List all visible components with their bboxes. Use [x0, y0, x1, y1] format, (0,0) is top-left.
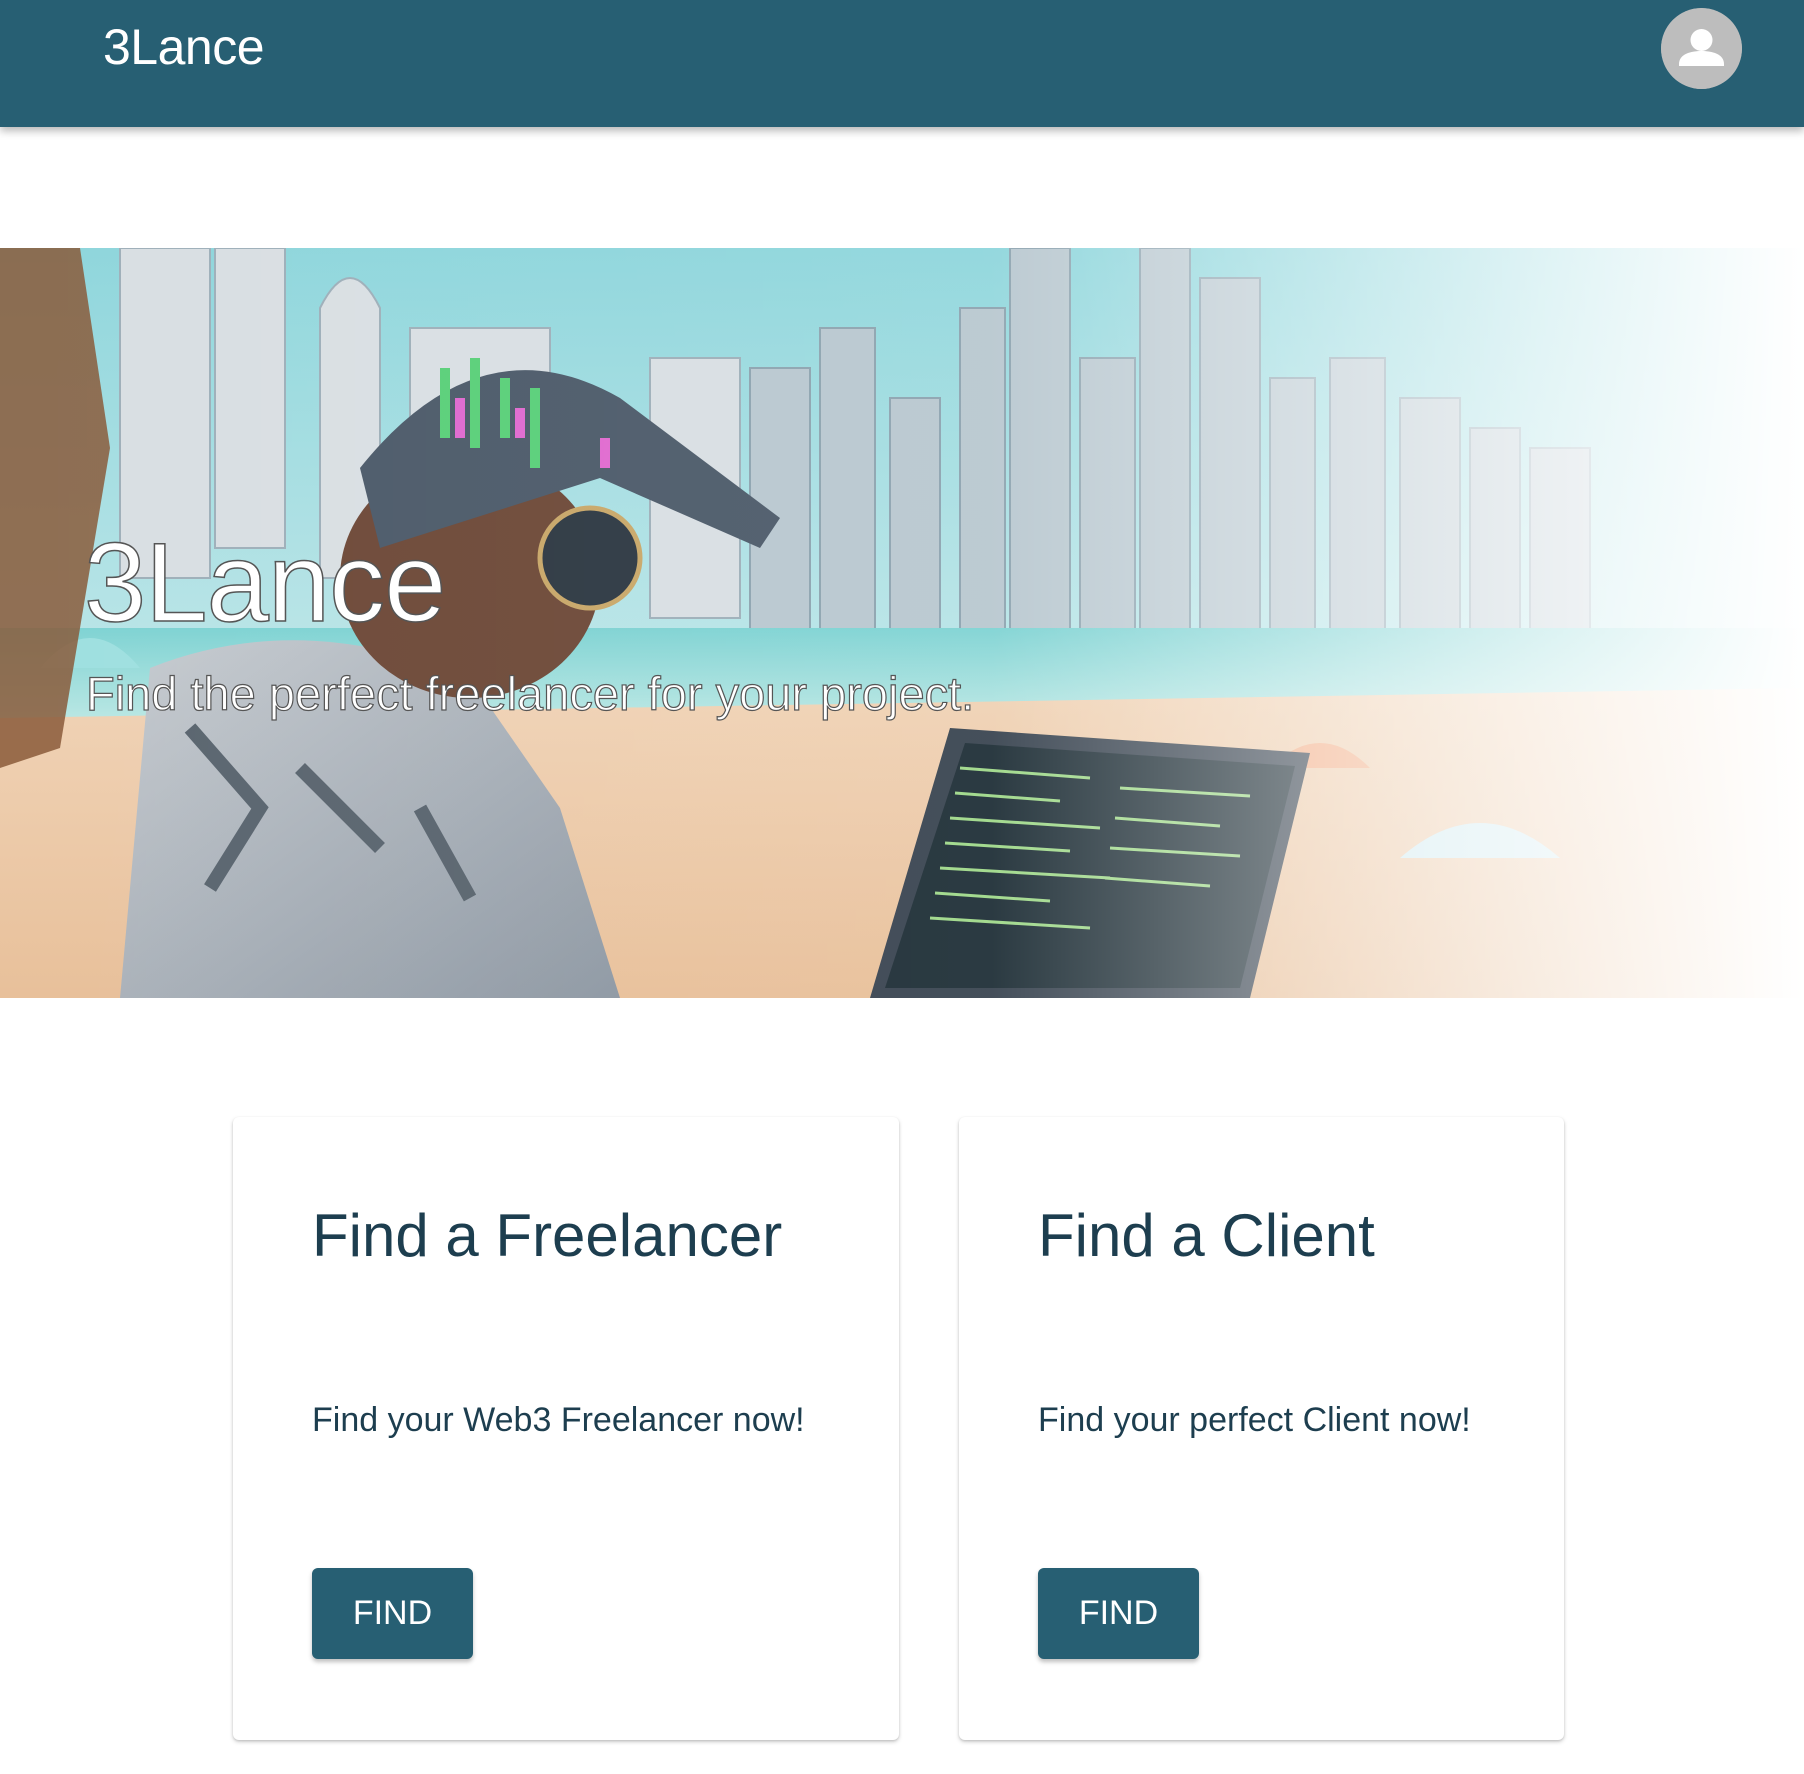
- hero-subtitle: Find the perfect freelancer for your pro…: [85, 666, 975, 720]
- brand-logo-text[interactable]: 3Lance: [103, 18, 265, 76]
- account-circle-icon: [1661, 8, 1742, 89]
- account-avatar-button[interactable]: [1661, 8, 1742, 89]
- find-freelancer-card: Find a Freelancer Find your Web3 Freelan…: [233, 1117, 899, 1740]
- find-client-button[interactable]: FIND: [1038, 1568, 1199, 1659]
- hero-banner: 3Lance Find the perfect freelancer for y…: [0, 248, 1804, 998]
- card-description: Find your perfect Client now!: [1038, 1401, 1471, 1439]
- find-freelancer-button[interactable]: FIND: [312, 1568, 473, 1659]
- hero-title: 3Lance: [83, 519, 447, 646]
- find-client-card: Find a Client Find your perfect Client n…: [959, 1117, 1564, 1740]
- card-title: Find a Client: [1038, 1202, 1375, 1269]
- card-title: Find a Freelancer: [312, 1202, 783, 1269]
- app-bar: 3Lance: [0, 0, 1804, 127]
- card-description: Find your Web3 Freelancer now!: [312, 1401, 805, 1439]
